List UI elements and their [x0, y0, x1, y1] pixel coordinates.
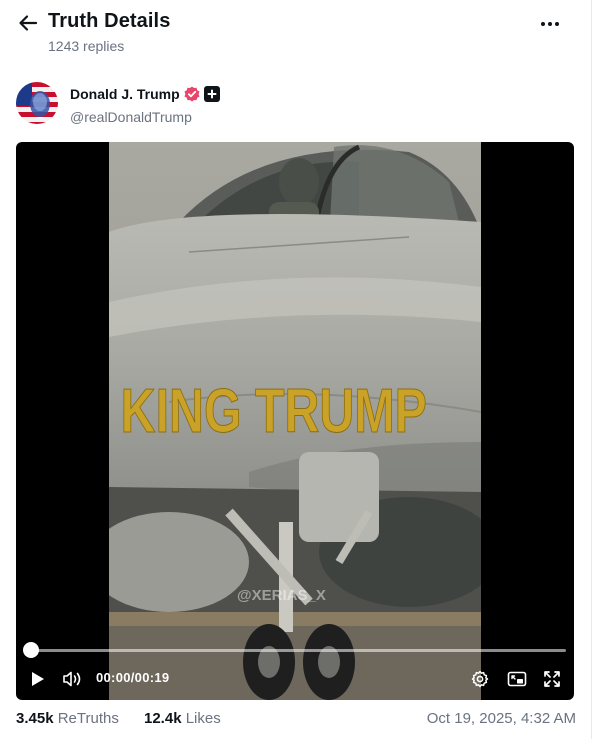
settings-button[interactable] — [468, 667, 492, 691]
volume-button[interactable] — [60, 668, 86, 690]
page-header: Truth Details 1243 replies — [0, 0, 592, 70]
post-author: Donald J. Trump @realDonaldTrump — [16, 82, 576, 128]
picture-in-picture-button[interactable] — [504, 667, 530, 691]
retruths-label: ReTruths — [57, 710, 119, 727]
retruths-stat[interactable]: 3.45k ReTruths — [16, 710, 119, 727]
time-current: 00:00 — [96, 670, 131, 685]
likes-label: Likes — [185, 710, 221, 727]
video-watermark: @XERIAS_X — [237, 587, 326, 604]
replies-count: 1243 replies — [48, 38, 125, 54]
retruths-count: 3.45k — [16, 710, 54, 727]
post-stats: 3.45k ReTruths 12.4k Likes Oct 19, 2025,… — [16, 710, 576, 732]
video-frame: KING TRUMP @XERIAS_X — [109, 142, 481, 700]
fullscreen-button[interactable] — [540, 667, 564, 691]
aircraft-lettering: KING TRUMP — [121, 376, 427, 445]
video-progress-bar[interactable] — [30, 649, 566, 652]
video-progress-handle[interactable] — [23, 642, 39, 658]
volume-icon — [63, 671, 81, 687]
picture-in-picture-icon — [507, 671, 527, 687]
fullscreen-icon — [544, 671, 560, 687]
time-total: 00:19 — [134, 670, 170, 685]
ellipsis-icon — [541, 22, 559, 26]
play-button[interactable] — [26, 668, 50, 690]
arrow-left-icon — [19, 15, 38, 31]
plus-badge-icon — [204, 86, 220, 102]
settings-gear-icon — [471, 670, 489, 688]
likes-count: 12.4k — [144, 710, 182, 727]
play-icon — [32, 672, 44, 686]
author-handle[interactable]: @realDonaldTrump — [70, 109, 192, 125]
likes-stat[interactable]: 12.4k Likes — [144, 710, 221, 727]
video-time: 00:00/00:19 — [96, 670, 169, 685]
author-display-name[interactable]: Donald J. Trump — [70, 86, 180, 102]
more-options-button[interactable] — [534, 10, 566, 38]
page-title: Truth Details — [48, 10, 171, 32]
back-button[interactable] — [14, 9, 42, 37]
post-timestamp[interactable]: Oct 19, 2025, 4:32 AM — [427, 710, 576, 727]
avatar[interactable] — [16, 82, 58, 124]
verified-badge-icon — [184, 86, 200, 102]
video-player[interactable]: KING TRUMP @XERIAS_X 00:00/00:19 — [16, 142, 574, 700]
